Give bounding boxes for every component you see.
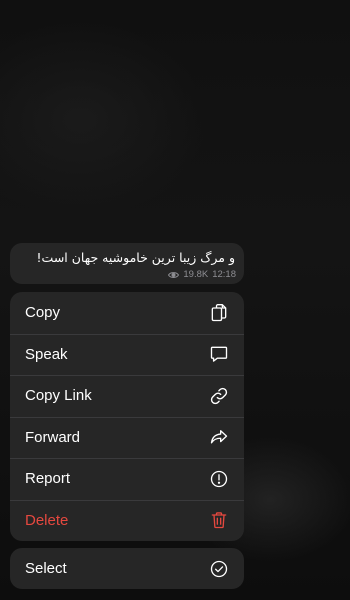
menu-item-label: Copy Link <box>25 387 92 405</box>
view-count: 19.8K <box>183 269 209 280</box>
eye-icon <box>168 271 180 279</box>
trash-icon <box>209 510 229 530</box>
forward-menu-item[interactable]: Forward <box>10 416 244 459</box>
exclamation-circle-icon <box>209 469 229 489</box>
select-menu-item[interactable]: Select <box>10 548 244 589</box>
menu-item-label: Speak <box>25 345 68 363</box>
menu-item-label: Delete <box>25 511 69 529</box>
link-icon <box>209 386 229 406</box>
message-meta: 19.8K 12:18 <box>168 269 236 280</box>
select-menu: Select <box>10 548 244 589</box>
context-menu: Copy Speak Copy Link Forward Report Dele… <box>10 292 244 541</box>
report-menu-item[interactable]: Report <box>10 458 244 500</box>
message-bubble[interactable]: و مرگ زیبا ترین خاموشیه جهان است! 19.8K … <box>10 243 244 284</box>
forward-arrow-icon <box>209 427 229 447</box>
speak-menu-item[interactable]: Speak <box>10 333 244 376</box>
menu-item-label: Copy <box>25 304 61 322</box>
menu-item-label: Forward <box>25 428 81 446</box>
menu-item-label: Report <box>25 470 71 488</box>
copy-menu-item[interactable]: Copy <box>10 292 244 334</box>
message-time: 12:18 <box>212 269 236 280</box>
speech-bubble-icon <box>209 344 229 364</box>
copy-link-menu-item[interactable]: Copy Link <box>10 375 244 417</box>
message-text: و مرگ زیبا ترین خاموشیه جهان است! <box>36 250 235 265</box>
copy-icon <box>209 303 229 323</box>
context-menu-screen: و مرگ زیبا ترین خاموشیه جهان است! 19.8K … <box>0 0 350 600</box>
delete-menu-item[interactable]: Delete <box>10 499 244 542</box>
menu-item-label: Select <box>25 560 67 577</box>
checkmark-circle-icon <box>209 559 229 579</box>
